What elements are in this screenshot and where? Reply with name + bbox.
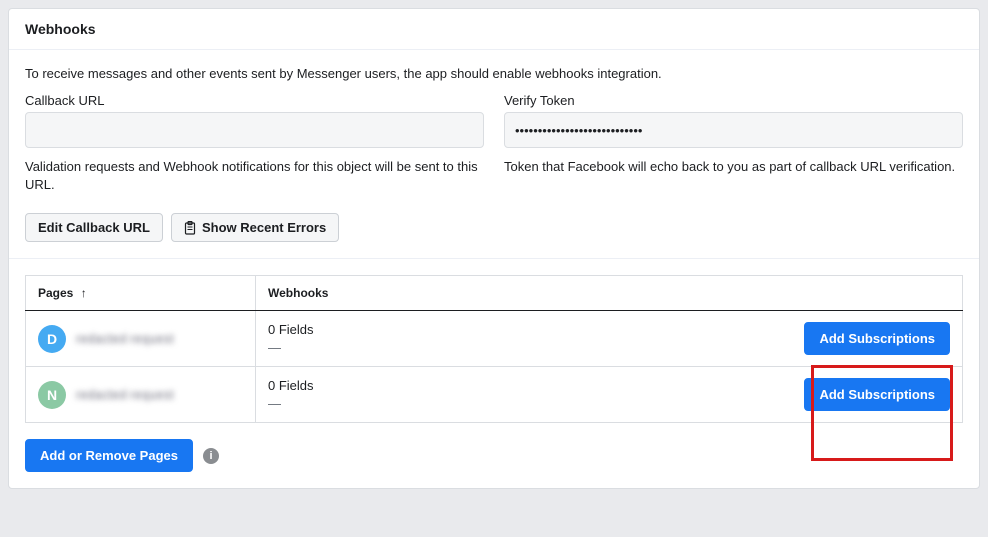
avatar: N xyxy=(38,381,66,409)
webhooks-panel: Webhooks To receive messages and other e… xyxy=(8,8,980,489)
verify-token-input[interactable] xyxy=(504,112,963,148)
sort-up-icon: ↑ xyxy=(81,286,87,300)
table-row: N redacted request 0 Fields — Add Subscr… xyxy=(26,367,963,423)
fields-dash: — xyxy=(268,339,314,357)
add-subscriptions-button[interactable]: Add Subscriptions xyxy=(804,322,950,355)
fields-count: 0 Fields xyxy=(268,321,314,339)
page-name-redacted: redacted request xyxy=(76,387,174,402)
column-header-webhooks: Webhooks xyxy=(256,276,963,311)
show-recent-errors-button[interactable]: Show Recent Errors xyxy=(171,213,339,242)
pages-header-label: Pages xyxy=(38,286,73,300)
show-errors-label: Show Recent Errors xyxy=(202,220,326,235)
avatar: D xyxy=(38,325,66,353)
intro-text: To receive messages and other events sen… xyxy=(25,66,963,81)
token-col: Verify Token xyxy=(504,93,963,148)
token-help-text: Token that Facebook will echo back to yo… xyxy=(504,158,963,193)
column-header-pages[interactable]: Pages ↑ xyxy=(26,276,256,311)
token-label: Verify Token xyxy=(504,93,963,108)
panel-title: Webhooks xyxy=(9,9,979,50)
callback-label: Callback URL xyxy=(25,93,484,108)
fields-dash: — xyxy=(268,395,314,413)
add-subscriptions-button[interactable]: Add Subscriptions xyxy=(804,378,950,411)
table-row: D redacted request 0 Fields — Add Subscr… xyxy=(26,311,963,367)
info-icon[interactable]: i xyxy=(203,448,219,464)
pages-section: Pages ↑ Webhooks D redacted request xyxy=(9,259,979,488)
edit-callback-button[interactable]: Edit Callback URL xyxy=(25,213,163,242)
callback-col: Callback URL xyxy=(25,93,484,148)
clipboard-icon xyxy=(184,221,196,235)
pages-table: Pages ↑ Webhooks D redacted request xyxy=(25,275,963,423)
add-or-remove-pages-button[interactable]: Add or Remove Pages xyxy=(25,439,193,472)
fields-count: 0 Fields xyxy=(268,377,314,395)
panel-body: To receive messages and other events sen… xyxy=(9,50,979,259)
callback-url-input[interactable] xyxy=(25,112,484,148)
page-name-redacted: redacted request xyxy=(76,331,174,346)
callback-help-text: Validation requests and Webhook notifica… xyxy=(25,158,484,193)
